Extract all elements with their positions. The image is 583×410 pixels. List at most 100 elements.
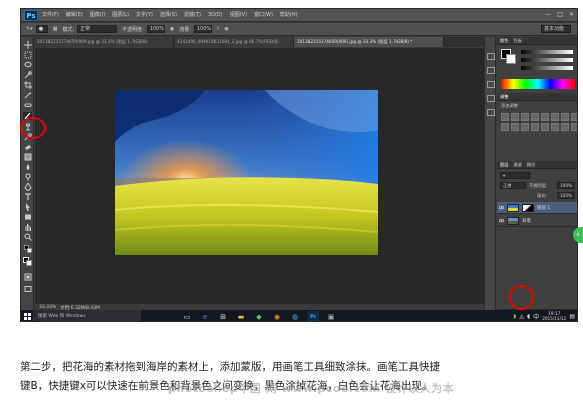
screen-mode-icon[interactable] [23, 285, 32, 293]
threshold-icon[interactable] [551, 123, 559, 131]
maximize-icon[interactable]: □ [557, 11, 563, 19]
actions-panel-icon[interactable] [487, 67, 495, 74]
ime-icon[interactable]: 中 [533, 312, 539, 321]
task-view-icon[interactable]: ▭ [181, 311, 193, 321]
color-slider-g[interactable] [521, 58, 573, 62]
color-background-swatch[interactable] [506, 54, 516, 64]
tab-paths[interactable]: 路径 [527, 161, 535, 168]
color-lookup-icon[interactable] [521, 123, 529, 131]
quick-mask-icon[interactable] [23, 273, 32, 281]
taskbar-clock[interactable]: 19:17 2015/11/12 [542, 311, 566, 321]
mode-select[interactable]: 正常 [77, 25, 118, 33]
selective-color-icon[interactable] [571, 123, 577, 131]
lasso-tool-icon[interactable] [23, 61, 32, 69]
app-icon-4[interactable]: ▣ [325, 311, 337, 321]
eraser-tool-icon[interactable] [23, 143, 32, 151]
color-slider-b[interactable] [521, 66, 573, 70]
photoshop-taskbar-icon[interactable]: Ps [307, 311, 319, 321]
network-icon[interactable]: ◬ [519, 313, 524, 320]
crop-tool-icon[interactable] [23, 81, 32, 89]
menu-image[interactable]: 图像(I) [90, 9, 105, 22]
move-tool-icon[interactable] [23, 41, 32, 49]
curves-icon[interactable] [521, 113, 529, 121]
quick-select-tool-icon[interactable] [23, 71, 32, 79]
edge-icon[interactable]: e [199, 311, 211, 321]
menu-file[interactable]: 文件(F) [42, 9, 59, 22]
document-canvas-image[interactable] [115, 90, 378, 255]
file-explorer-icon[interactable]: ▬ [235, 311, 247, 321]
tab-document-2[interactable]: 4342496_094618031084_2.jpg @ 66.7%(RGB/8… [174, 37, 294, 47]
brush-panel-icon[interactable]: ▦ [53, 26, 58, 32]
pen-tool-icon[interactable] [23, 183, 32, 191]
marquee-tool-icon[interactable] [23, 51, 32, 59]
healing-brush-tool-icon[interactable] [23, 101, 32, 109]
menu-help[interactable]: 帮助(H) [280, 9, 298, 22]
character-panel-icon[interactable] [487, 109, 495, 116]
color-balance-icon[interactable] [561, 113, 569, 121]
zoom-tool-icon[interactable] [23, 233, 32, 241]
black-white-icon[interactable] [571, 113, 577, 121]
layer-row-1[interactable]: 图层 1 [497, 202, 577, 214]
canvas-area[interactable] [35, 48, 484, 303]
notification-icon[interactable]: ▤ [569, 313, 575, 320]
levels-icon[interactable] [511, 113, 519, 121]
menu-filter[interactable]: 滤镜(T) [184, 9, 201, 22]
app-icon-3[interactable]: ◍ [289, 311, 301, 321]
airbrush-icon[interactable]: ⌇ [217, 26, 219, 32]
pressure-opacity-icon[interactable]: ◉ [170, 26, 174, 32]
side-float-button[interactable]: ‹ [573, 227, 583, 243]
invert-icon[interactable] [531, 123, 539, 131]
tab-channels[interactable]: 通道 [513, 161, 521, 168]
flow-field[interactable]: 100% [193, 25, 212, 33]
gradient-tool-icon[interactable] [23, 153, 32, 161]
workspace-select[interactable]: 基本功能 [541, 25, 571, 33]
foreground-background-swatch[interactable] [23, 257, 32, 266]
layer-name[interactable]: 背景 [522, 218, 531, 224]
tab-document-3[interactable]: 201382215174659(006).jpg @ 33.3% (图层 1, … [294, 37, 444, 47]
exposure-icon[interactable] [531, 113, 539, 121]
brush-size-picker[interactable]: ● [35, 25, 48, 33]
layer-filter-select[interactable]: ▾ [500, 172, 530, 179]
color-slider-r[interactable] [521, 50, 573, 54]
menu-type[interactable]: 文字(Y) [136, 9, 153, 22]
layer-name[interactable]: 图层 1 [537, 205, 550, 211]
menu-layer[interactable]: 图层(L) [112, 9, 129, 22]
default-colors-icon[interactable] [23, 245, 32, 253]
dodge-tool-icon[interactable] [23, 173, 32, 181]
tab-layers[interactable]: 图层 [500, 161, 508, 168]
opacity-field[interactable]: 100% [146, 25, 165, 33]
photo-filter-icon[interactable] [501, 123, 509, 131]
menu-edit[interactable]: 编辑(E) [66, 9, 83, 22]
volume-icon[interactable]: ◖ [527, 313, 530, 320]
brush-tool-preset-icon[interactable]: ✎▾ [26, 26, 33, 32]
menu-select[interactable]: 选择(S) [160, 9, 177, 22]
store-icon[interactable]: ⊞ [217, 311, 229, 321]
posterize-icon[interactable] [541, 123, 549, 131]
tab-document-1[interactable]: 201382215174659(009.jpg @ 33.3% (图层 1, R… [34, 37, 174, 47]
menu-window[interactable]: 窗口(W) [254, 9, 273, 22]
menu-view[interactable]: 视图(V) [230, 9, 247, 22]
tray-icon-1[interactable]: ◗ [513, 313, 516, 320]
properties-panel-icon[interactable] [487, 95, 495, 102]
path-select-tool-icon[interactable] [23, 203, 32, 211]
history-panel-icon[interactable] [487, 53, 495, 60]
app-icon-1[interactable]: ◆ [253, 311, 265, 321]
gradient-map-icon[interactable] [561, 123, 569, 131]
hue-saturation-icon[interactable] [551, 113, 559, 121]
windows-start-icon[interactable] [21, 310, 33, 321]
tab-swatches[interactable]: 色板 [513, 37, 521, 44]
channel-mixer-icon[interactable] [511, 123, 519, 131]
minimize-icon[interactable]: — [545, 11, 551, 19]
color-spectrum-bar[interactable] [501, 79, 575, 89]
vibrance-icon[interactable] [541, 113, 549, 121]
pressure-size-icon[interactable]: ◉ [224, 26, 228, 32]
shape-tool-icon[interactable] [23, 213, 32, 221]
eyedropper-tool-icon[interactable] [23, 91, 32, 99]
hand-tool-icon[interactable] [23, 223, 32, 231]
tab-adjustments[interactable]: 调整 [500, 93, 508, 100]
layer-row-2[interactable]: 背景 [497, 215, 577, 227]
type-tool-icon[interactable] [23, 193, 32, 201]
layer-mask-thumbnail[interactable] [522, 204, 534, 212]
info-panel-icon[interactable] [487, 81, 495, 88]
layer-fill-field[interactable]: 100% [557, 192, 575, 199]
